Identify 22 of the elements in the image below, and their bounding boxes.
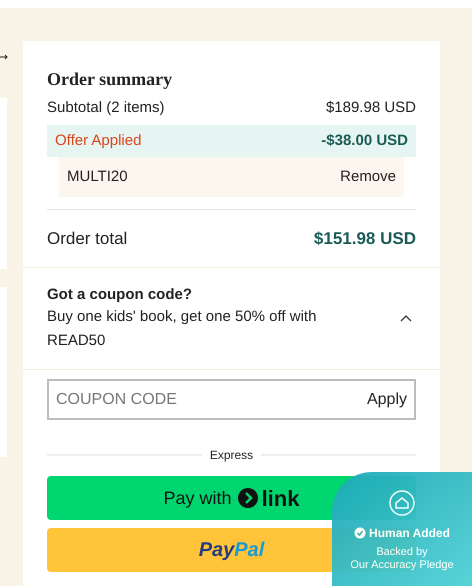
- promo-text: Buy one kids' book, get one 50% off with READ50: [47, 307, 318, 351]
- subtotal-value: $189.98 USD: [326, 98, 416, 118]
- subtotal-label: Subtotal (2 items): [47, 98, 165, 118]
- chevron-circle-icon: [238, 488, 258, 508]
- total-label: Order total: [47, 228, 128, 250]
- offer-label: Offer Applied: [55, 130, 142, 151]
- remove-link[interactable]: Remove: [340, 166, 396, 188]
- coupon-code: MULTI20: [67, 166, 128, 187]
- arrow-icon: [0, 54, 8, 60]
- apply-button[interactable]: Apply: [366, 388, 407, 412]
- coupon-field[interactable]: COUPON CODE Apply: [47, 379, 416, 420]
- total-value: $151.98 USD: [314, 228, 416, 250]
- link-logo: link: [262, 484, 300, 512]
- pay-with-text: Pay with: [164, 486, 232, 510]
- chevron-up-icon[interactable]: [400, 315, 412, 322]
- check-circle-icon: [354, 527, 366, 539]
- home-icon: [389, 490, 415, 516]
- coupon-title: Got a coupon code?: [47, 285, 193, 305]
- summary-title: Order summary: [47, 68, 174, 90]
- express-label: Express: [210, 447, 254, 464]
- offer-value: -$38.00 USD: [321, 130, 408, 151]
- paypal-logo: PayPal: [198, 538, 264, 563]
